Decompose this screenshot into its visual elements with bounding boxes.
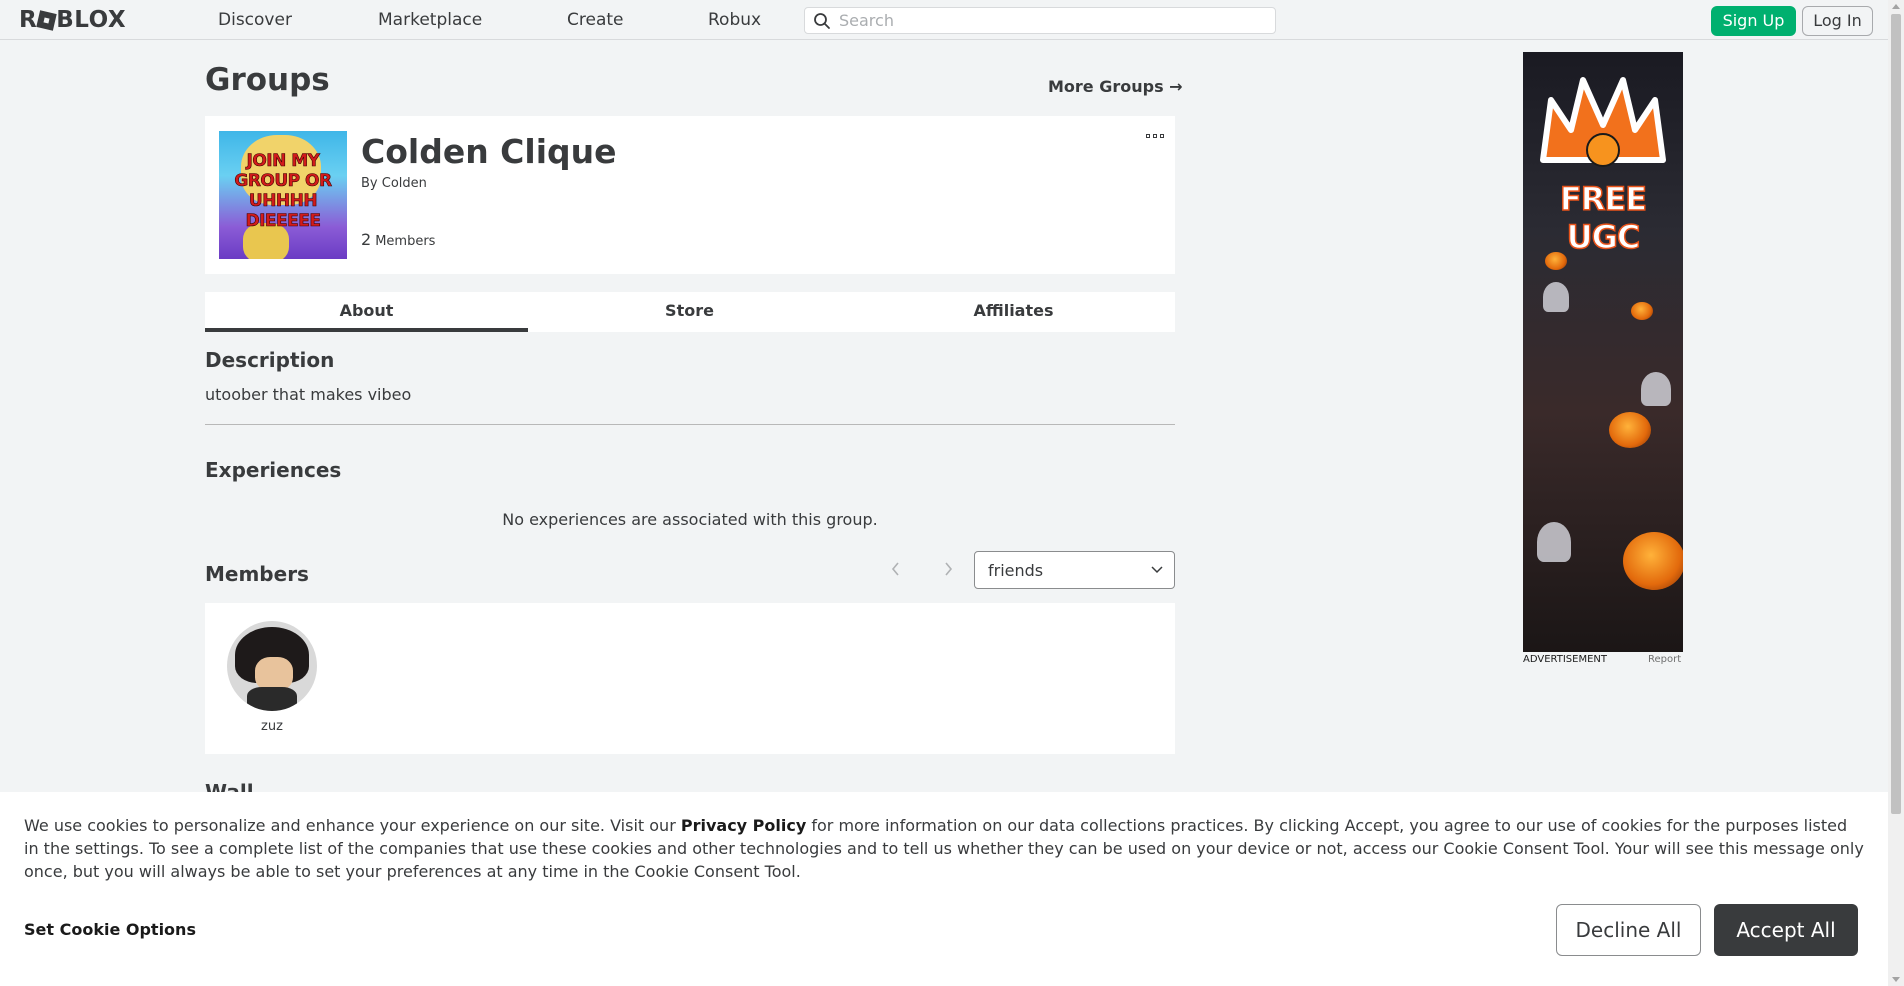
search-icon [814, 13, 830, 29]
scroll-up-icon[interactable] [1892, 4, 1900, 9]
members-list: zuz [205, 603, 1175, 754]
scrollbar-thumb[interactable] [1891, 14, 1901, 814]
privacy-policy-link[interactable]: Privacy Policy [681, 816, 806, 835]
member-name: zuz [261, 719, 283, 734]
group-emblem-image: JOIN MY GROUP OR UHHHH DIEEEEE [219, 131, 347, 259]
pumpkin-icon [1545, 252, 1567, 270]
owner-link[interactable]: Colden [382, 176, 427, 191]
search-box [804, 7, 1276, 34]
by-label: By [361, 176, 378, 191]
no-experiences-message: No experiences are associated with this … [502, 510, 878, 529]
logo-o-icon [36, 10, 57, 31]
section-divider [205, 424, 1175, 425]
description-heading: Description [205, 348, 335, 372]
pumpkin-icon [1609, 412, 1651, 448]
pumpkin-icon [1631, 302, 1653, 320]
members-heading: Members [205, 562, 309, 586]
advertisement-label: ADVERTISEMENT [1523, 654, 1608, 665]
scroll-down-icon[interactable] [1892, 977, 1900, 982]
advertisement-banner[interactable]: FREE UGC [1523, 52, 1683, 652]
decline-all-button[interactable]: Decline All [1556, 904, 1701, 956]
ad-headline: FREE UGC [1559, 179, 1648, 257]
members-role-dropdown[interactable]: friends [974, 551, 1175, 589]
group-header-card: JOIN MY GROUP OR UHHHH DIEEEEE Colden Cl… [205, 116, 1175, 274]
accept-all-button[interactable]: Accept All [1714, 904, 1858, 956]
experiences-heading: Experiences [205, 458, 342, 482]
nav-link-discover[interactable]: Discover [218, 10, 292, 30]
nav-link-create[interactable]: Create [567, 10, 624, 30]
group-member-count: 2 Members [361, 230, 435, 249]
tab-store[interactable]: Store [528, 292, 851, 332]
nav-link-robux[interactable]: Robux [708, 10, 761, 30]
member-count-value: 2 [361, 230, 372, 249]
crown-icon [1540, 77, 1666, 167]
page-scrollbar[interactable] [1888, 0, 1904, 986]
pumpkin-icon [1623, 532, 1683, 590]
report-ad-link[interactable]: Report [1648, 654, 1681, 665]
next-page-icon[interactable] [940, 560, 956, 578]
top-navigation-bar: R BLOX Discover Marketplace Create Robux … [0, 0, 1888, 40]
group-tabs: About Store Affiliates [205, 292, 1175, 332]
more-options-icon[interactable] [1146, 130, 1166, 142]
chevron-down-icon [1151, 566, 1163, 574]
tab-affiliates[interactable]: Affiliates [852, 292, 1175, 332]
cookie-text-before: We use cookies to personalize and enhanc… [24, 816, 681, 835]
cookie-consent-banner: We use cookies to personalize and enhanc… [0, 792, 1888, 986]
roblox-logo[interactable]: R BLOX [19, 7, 126, 33]
sign-up-button[interactable]: Sign Up [1711, 6, 1796, 36]
page-title: Groups [205, 62, 330, 98]
emblem-text: JOIN MY GROUP OR UHHHH DIEEEEE [234, 151, 332, 232]
more-groups-link[interactable]: More Groups → [1048, 77, 1183, 96]
ghost-icon [1641, 372, 1671, 406]
nav-link-marketplace[interactable]: Marketplace [378, 10, 482, 30]
group-name: Colden Clique [361, 132, 617, 171]
group-owner: By Colden [361, 176, 427, 191]
ghost-icon [1543, 282, 1569, 312]
tab-about[interactable]: About [205, 292, 528, 332]
avatar [227, 621, 317, 711]
member-count-label: Members [375, 234, 436, 249]
member-card[interactable]: zuz [227, 621, 317, 734]
previous-page-icon[interactable] [888, 560, 904, 578]
set-cookie-options-link[interactable]: Set Cookie Options [24, 920, 196, 939]
cookie-message: We use cookies to personalize and enhanc… [24, 814, 1864, 883]
log-in-button[interactable]: Log In [1802, 6, 1873, 36]
description-text: utoober that makes vibeo [205, 385, 412, 404]
search-input[interactable] [839, 8, 1269, 33]
ghost-icon [1537, 522, 1571, 562]
dropdown-selected-value: friends [988, 561, 1044, 580]
